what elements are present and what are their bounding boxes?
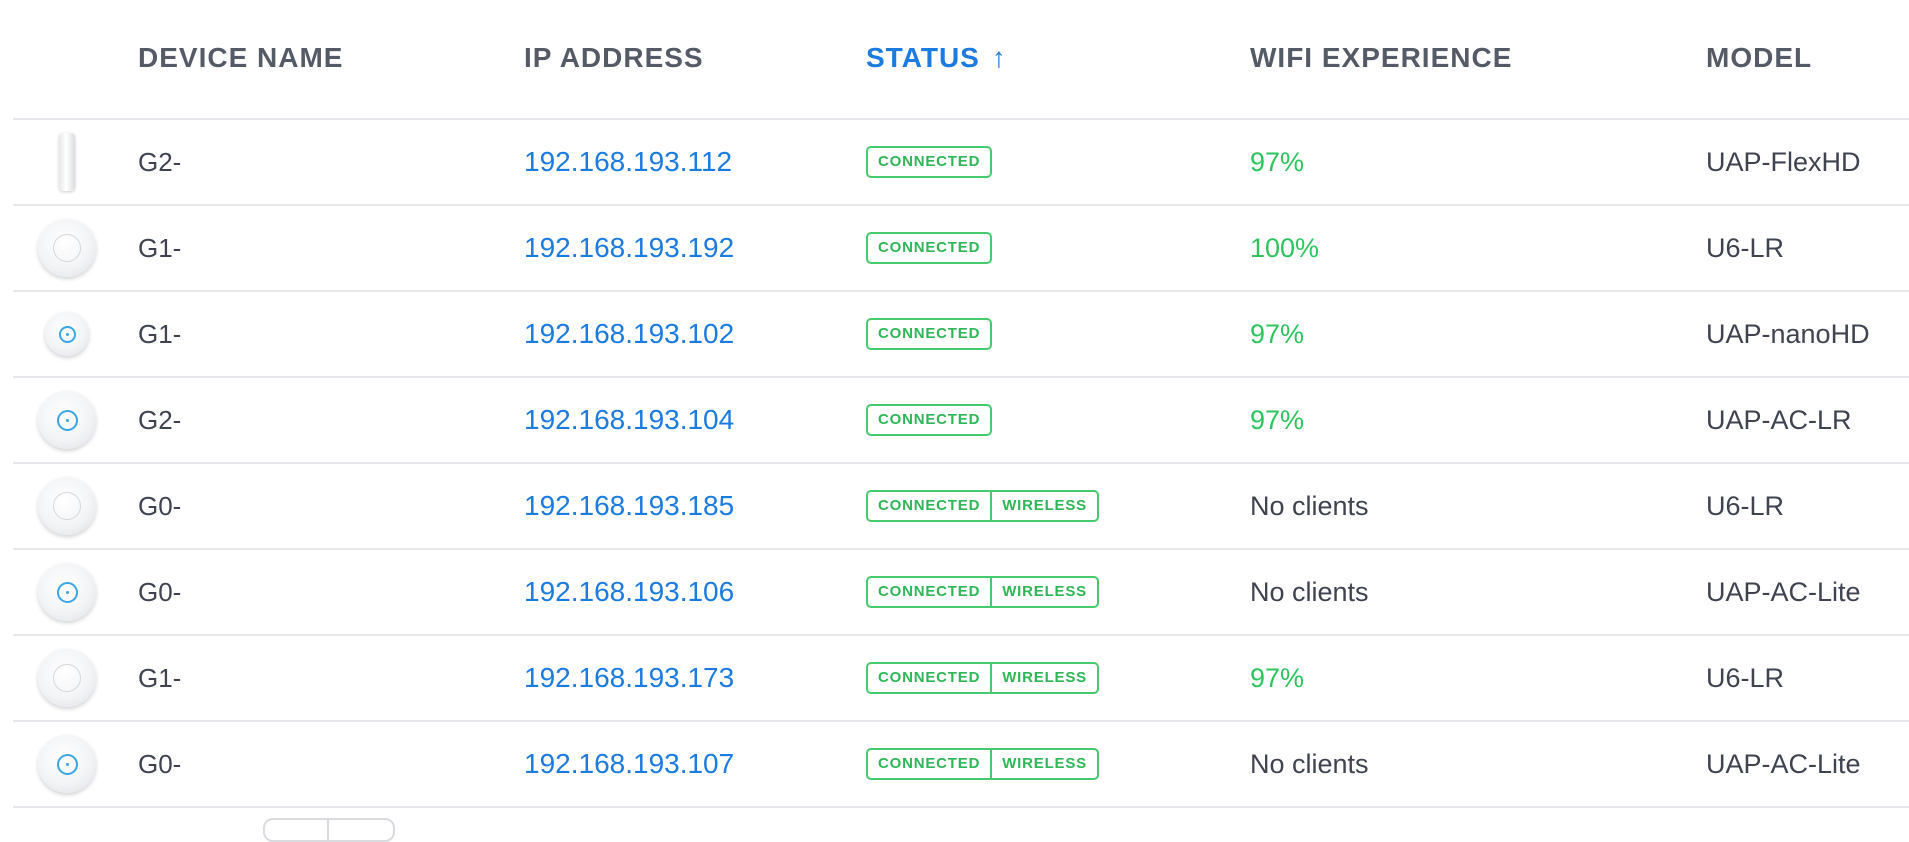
ac-lr-device-icon <box>35 378 99 462</box>
table-row[interactable]: G1- 192.168.193.102 CONNECTED 97% UAP-nanoHD <box>13 292 1909 378</box>
u6-lr-device-icon <box>35 464 99 548</box>
device-model: U6-LR <box>1706 490 1785 521</box>
table-body: G2- 192.168.193.112 CONNECTED 97% UAP-FlexHD… <box>13 120 1909 808</box>
ip-address-link[interactable]: 192.168.193.107 <box>524 722 734 806</box>
status-cell: CONNECTED WIRELESS <box>866 464 1099 548</box>
wifi-experience: 97% <box>1250 318 1305 349</box>
devices-table: DEVICE NAME IP ADDRESS STATUS ↑ WIFI EXPE… <box>13 0 1909 808</box>
ip-address-link[interactable]: 192.168.193.192 <box>524 206 734 290</box>
wifi-experience: 97% <box>1250 404 1305 435</box>
table-header: DEVICE NAME IP ADDRESS STATUS ↑ WIFI EXPE… <box>13 0 1909 120</box>
status-cell: CONNECTED <box>866 378 993 462</box>
device-model: UAP-AC-LR <box>1706 404 1852 435</box>
table-row[interactable]: G0- 192.168.193.185 CONNECTED WIRELESS No cl… <box>13 464 1909 550</box>
status-badge-label: WIRELESS <box>990 664 1097 692</box>
status-badge: CONNECTED WIRELESS <box>866 662 1099 694</box>
status-badge-label: WIRELESS <box>990 750 1097 778</box>
ip-address-link[interactable]: 192.168.193.104 <box>524 378 734 462</box>
nanohd-device-icon <box>35 292 99 376</box>
device-name[interactable]: G0- <box>138 722 181 806</box>
flex-device-icon <box>35 120 99 204</box>
device-model: UAP-AC-Lite <box>1706 576 1861 607</box>
status-badge: CONNECTED <box>866 404 993 436</box>
column-header-device-name[interactable]: DEVICE NAME <box>138 42 343 74</box>
status-cell: CONNECTED <box>866 292 993 376</box>
device-name[interactable]: G2- <box>138 120 181 204</box>
table-row[interactable]: G2- 192.168.193.112 CONNECTED 97% UAP-FlexHD <box>13 120 1909 206</box>
wifi-experience: No clients <box>1250 748 1369 779</box>
device-model: UAP-FlexHD <box>1706 146 1861 177</box>
status-cell: CONNECTED WIRELESS <box>866 550 1099 634</box>
wifi-experience: No clients <box>1250 490 1369 521</box>
column-header-ip-address[interactable]: IP ADDRESS <box>524 42 704 74</box>
table-row[interactable]: G1- 192.168.193.173 CONNECTED WIRELESS 97% U6… <box>13 636 1909 722</box>
device-name[interactable]: G1- <box>138 206 181 290</box>
column-header-model[interactable]: MODEL <box>1706 42 1812 74</box>
device-model: UAP-AC-Lite <box>1706 748 1861 779</box>
device-name[interactable]: G1- <box>138 292 181 376</box>
wifi-experience: 97% <box>1250 662 1305 693</box>
status-badge-label: WIRELESS <box>990 578 1097 606</box>
status-badge: CONNECTED WIRELESS <box>866 490 1099 522</box>
device-model: U6-LR <box>1706 662 1785 693</box>
u6-lr-device-icon <box>35 636 99 720</box>
device-model: UAP-nanoHD <box>1706 318 1870 349</box>
status-cell: CONNECTED <box>866 206 993 290</box>
column-header-wifi-experience[interactable]: WIFI EXPERIENCE <box>1250 42 1512 74</box>
status-badge: CONNECTED <box>866 232 993 264</box>
status-cell: CONNECTED WIRELESS <box>866 722 1099 806</box>
device-name[interactable]: G1- <box>138 636 181 720</box>
device-name[interactable]: G0- <box>138 464 181 548</box>
column-header-status[interactable]: STATUS ↑ <box>866 42 1007 74</box>
status-badge: CONNECTED <box>866 318 993 350</box>
column-header-status-label: STATUS <box>866 42 980 73</box>
ip-address-link[interactable]: 192.168.193.106 <box>524 550 734 634</box>
table-row[interactable]: G1- 192.168.193.192 CONNECTED 100% U6-LR <box>13 206 1909 292</box>
ip-address-link[interactable]: 192.168.193.102 <box>524 292 734 376</box>
sort-ascending-icon: ↑ <box>991 42 1007 73</box>
ac-lite-device-icon <box>35 550 99 634</box>
status-badge-label: CONNECTED <box>878 669 981 686</box>
status-badge: CONNECTED <box>866 146 993 178</box>
status-badge-label: CONNECTED <box>878 411 981 428</box>
status-badge-label: CONNECTED <box>878 325 981 342</box>
status-badge: CONNECTED WIRELESS <box>866 748 1099 780</box>
u6-lr-device-icon <box>35 206 99 290</box>
ac-lite-device-icon <box>35 722 99 806</box>
wifi-experience: 100% <box>1250 232 1320 263</box>
status-badge-label: CONNECTED <box>878 583 981 600</box>
status-badge: CONNECTED WIRELESS <box>866 576 1099 608</box>
status-badge-label: CONNECTED <box>878 153 981 170</box>
status-cell: CONNECTED <box>866 120 993 204</box>
status-cell: CONNECTED WIRELESS <box>866 636 1099 720</box>
device-model: U6-LR <box>1706 232 1785 263</box>
device-name[interactable]: G2- <box>138 378 181 462</box>
table-row[interactable]: G2- 192.168.193.104 CONNECTED 97% UAP-AC-LR <box>13 378 1909 464</box>
status-badge-label: CONNECTED <box>878 239 981 256</box>
device-name[interactable]: G0- <box>138 550 181 634</box>
status-badge-label: CONNECTED <box>878 497 981 514</box>
status-badge-label: WIRELESS <box>990 492 1097 520</box>
table-row[interactable]: G0- 192.168.193.107 CONNECTED WIRELESS No cl… <box>13 722 1909 808</box>
ip-address-link[interactable]: 192.168.193.185 <box>524 464 734 548</box>
ip-address-link[interactable]: 192.168.193.173 <box>524 636 734 720</box>
pagination-control[interactable] <box>263 818 395 842</box>
wifi-experience: No clients <box>1250 576 1369 607</box>
status-badge-label: CONNECTED <box>878 755 981 772</box>
table-row[interactable]: G0- 192.168.193.106 CONNECTED WIRELESS No cl… <box>13 550 1909 636</box>
wifi-experience: 97% <box>1250 146 1305 177</box>
ip-address-link[interactable]: 192.168.193.112 <box>524 120 732 204</box>
